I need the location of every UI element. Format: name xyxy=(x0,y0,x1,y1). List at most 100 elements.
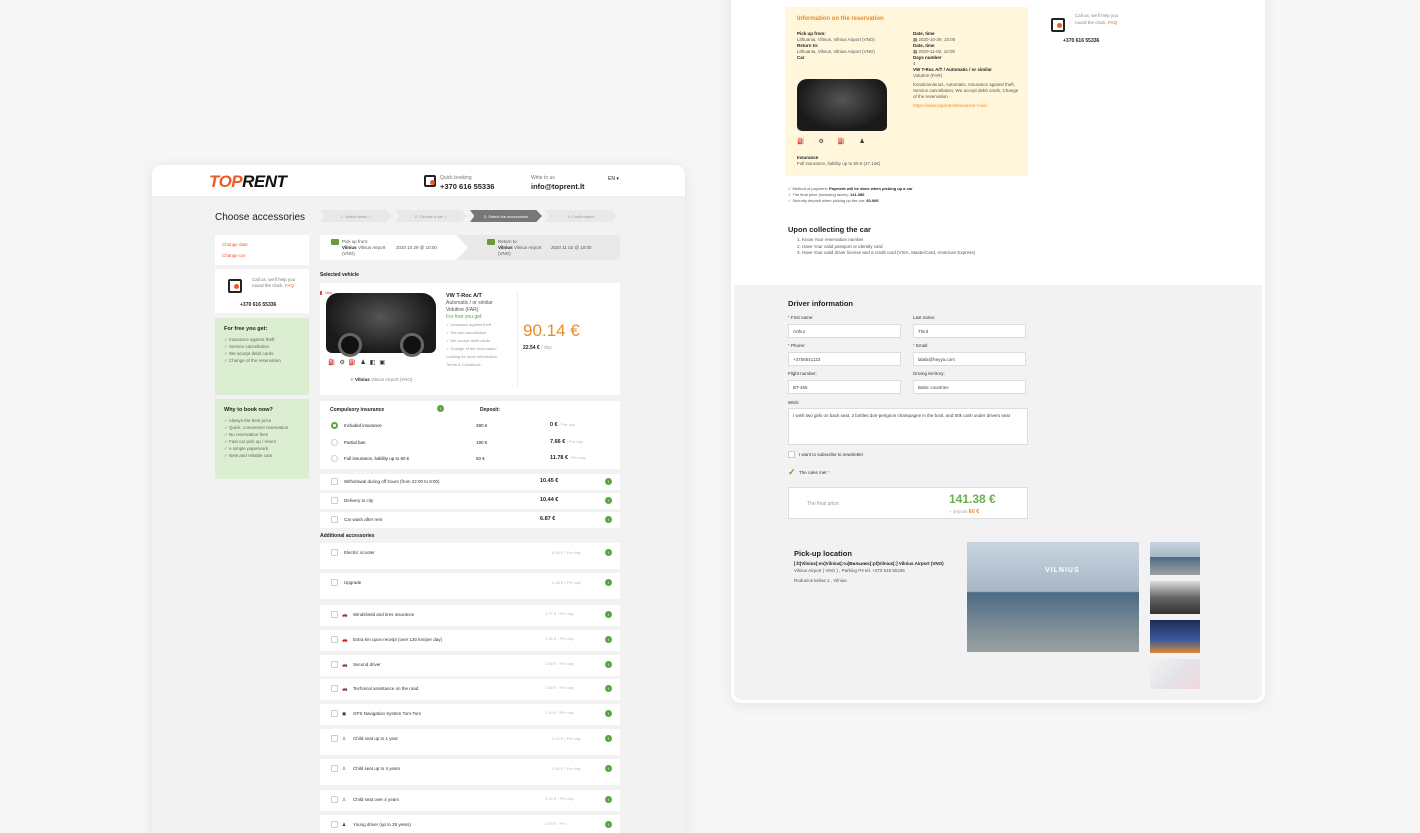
terms-link[interactable]: Terms & Conditions xyxy=(446,362,481,367)
email-input[interactable]: lalala@heyya.com xyxy=(913,352,1026,366)
free-benefits-box: For free you get: Insurance against thef… xyxy=(215,318,309,395)
selected-vehicle-title: Selected vehicle xyxy=(320,272,359,278)
airport-photo[interactable]: VILNIUS xyxy=(967,542,1139,652)
accessory-row[interactable]: ♟ Young driver (up to 25 years) 2.93 € / P… xyxy=(320,815,620,833)
phone-input[interactable]: +3756541123 xyxy=(788,352,901,366)
info-icon[interactable]: i xyxy=(605,765,612,772)
insurance-row-full[interactable]: Full insurance, liability up to 60 €60 €… xyxy=(320,453,620,469)
gallery-thumb-2[interactable] xyxy=(1150,581,1200,614)
collect-list: 1. Know Your reservation number 2. Have Y… xyxy=(797,237,976,255)
pickup-details: [:lt]Vilnius[:en]Vilnius[:ru]Вильнюс[:pl… xyxy=(794,561,944,583)
quick-booking[interactable]: Quick booking +370 616 55336 xyxy=(440,175,494,191)
info-icon[interactable]: i xyxy=(605,579,612,586)
insurance-row-included[interactable]: Included insurance 380 €0 € / Per day xyxy=(320,420,620,436)
toprent-logo[interactable]: TOPRENT xyxy=(209,172,287,192)
driving-territory-select[interactable]: Baltic countries xyxy=(913,380,1026,394)
vehicle-card: New ⛽⚙⛽♟◧▣ ✈ Vilnius Vilnius Airport (VN… xyxy=(320,283,620,395)
car-small-icon xyxy=(487,239,495,245)
accessory-row[interactable]: 🚗 Windshield and tires insurance 1.77 € / … xyxy=(320,605,620,626)
price-per-day: 22.54 € / day xyxy=(523,345,552,351)
calendar-icon: ▦ xyxy=(913,49,918,54)
last-name-input[interactable]: Third xyxy=(913,324,1026,338)
gallery-thumb-3[interactable] xyxy=(1150,620,1200,653)
info-icon[interactable]: i xyxy=(605,497,612,504)
accessory-row[interactable]: ♙ Child seat up to 4 years 2.44 € / Per da… xyxy=(320,759,620,785)
accessory-row[interactable]: Electric scooter 8.49 € / Per day i xyxy=(320,543,620,569)
car-image xyxy=(326,293,436,357)
total-price: 90.14 € xyxy=(523,321,580,340)
change-links: Change date Change car xyxy=(215,235,309,265)
info-icon[interactable]: i xyxy=(605,821,612,828)
write-to-us[interactable]: Write to us info@toprent.lt xyxy=(531,175,585,191)
info-icon[interactable]: i xyxy=(605,661,612,668)
step-2[interactable]: 2. Choose a car ✓ xyxy=(395,210,467,222)
call-phone[interactable]: +370 616 55336 xyxy=(240,302,276,308)
pickup-location-title: Pick-up location xyxy=(794,549,852,558)
language-select[interactable]: EN ▾ xyxy=(608,176,619,182)
young-driver-icon: ♟ xyxy=(342,822,347,827)
call-us-box: Call us, we'll help you round the clock.… xyxy=(215,269,309,313)
gallery-thumb-1[interactable] xyxy=(1150,542,1200,575)
change-date-link[interactable]: Change date xyxy=(222,239,302,250)
car-feature-icons: ⛽⚙⛽♟ xyxy=(797,139,879,145)
accessory-row[interactable]: 🚗 Extra km upon receipt (over 130 km/per … xyxy=(320,630,620,651)
car-link[interactable]: https://www.toprent.lt/en/car/vw-t-roc/ xyxy=(913,103,1019,109)
info-icon[interactable]: i xyxy=(605,611,612,618)
change-car-link[interactable]: Change car xyxy=(222,250,302,261)
info-icon[interactable]: i xyxy=(605,478,612,485)
phone-24-icon xyxy=(424,175,436,187)
newsletter-checkbox[interactable] xyxy=(788,451,795,458)
vehicle-text: VW T-Roc A/T Automatic / or similar Viduti… xyxy=(446,293,497,367)
windshield-icon: 🚗 xyxy=(342,612,348,617)
speedometer-icon: 🚗 xyxy=(342,637,348,642)
why-book-box: Why to book now? Always the best priceQu… xyxy=(215,395,309,479)
info-icon[interactable]: i xyxy=(605,549,612,556)
accessory-row[interactable]: 🚗 Second driver 1.96 € / Per day i xyxy=(320,655,620,676)
info-icon[interactable]: i xyxy=(605,735,612,742)
faq-link[interactable]: FAQ xyxy=(1108,20,1117,25)
accessory-row[interactable]: ♙ Child seat over 4 years 1.09 € / Per day… xyxy=(320,790,620,811)
phone-24-icon xyxy=(228,279,242,293)
assistance-icon: 🚗 xyxy=(342,686,348,691)
info-icon[interactable]: i xyxy=(605,710,612,717)
final-price-box: The final price: 141.38 € + deposit 60 € xyxy=(788,487,1028,519)
extra-row[interactable]: Car wash after rent 6.87 € i xyxy=(320,512,620,528)
rules-checkbox[interactable]: ✓ xyxy=(788,467,796,478)
extra-row[interactable]: Delivery to city 10.44 € i xyxy=(320,493,620,509)
collect-title: Upon collecting the car xyxy=(788,225,871,234)
accessory-row[interactable]: ♙ Child seat up to 1 year 2.24 € / Per day… xyxy=(320,729,620,755)
accessory-row[interactable]: 🚗 Technical assistance on the road 1.88 € … xyxy=(320,679,620,700)
info-icon[interactable]: i xyxy=(605,516,612,523)
car-feature-icons: ⛽⚙⛽♟◧▣ xyxy=(328,360,390,366)
insurance-row-partial[interactable]: Partial ban 190 €7.66 € / Per day xyxy=(320,437,620,453)
rules-label: The rules met * xyxy=(799,470,830,475)
info-icon[interactable]: i xyxy=(437,405,444,412)
first-name-input[interactable]: Arthur xyxy=(788,324,901,338)
extra-row[interactable]: Withdrawal during off hours (from 22:00 … xyxy=(320,474,620,490)
page-title: Choose accessories xyxy=(215,212,306,223)
car-small-icon xyxy=(331,239,339,245)
child-seat-icon: ♙ xyxy=(342,766,347,771)
more-info-link[interactable]: Looking for more information xyxy=(446,354,497,359)
vehicle-location: ✈ Vilnius Vilnius Airport (VNO) xyxy=(350,377,413,382)
call-phone[interactable]: +370 616 55336 xyxy=(1063,38,1099,45)
confirmation-page-card: Information on the reservation Pick up f… xyxy=(731,0,1265,703)
calendar-icon: ▦ xyxy=(913,37,918,42)
car-image xyxy=(797,79,887,131)
faq-link[interactable]: FAQ xyxy=(285,283,294,288)
info-icon[interactable]: i xyxy=(605,685,612,692)
phone-24-icon xyxy=(1051,18,1065,32)
flight-number-input[interactable]: BT-465 xyxy=(788,380,901,394)
info-icon[interactable]: i xyxy=(605,796,612,803)
child-seat-icon: ♙ xyxy=(342,736,347,741)
step-1[interactable]: 1. Select dates ✓ xyxy=(320,210,392,222)
payment-summary: ✓ Method of payment: Payment will be don… xyxy=(788,186,913,203)
newsletter-label: I want to subscribe to newsletter xyxy=(799,452,864,457)
accessory-row[interactable]: Upgrade 4.98 € / Per day i xyxy=(320,573,620,599)
info-icon[interactable]: i xyxy=(605,636,612,643)
step-4: 4. Confirmation xyxy=(545,210,617,222)
accessory-row[interactable]: ▣ GPS Navigation System Tom-Tom 1.44 € / P… xyxy=(320,704,620,725)
gallery-thumb-map[interactable] xyxy=(1150,659,1200,689)
wish-textarea[interactable]: I wish two girls on back seat, 3 bottles… xyxy=(788,408,1028,445)
reservation-info-box: Information on the reservation Pick up f… xyxy=(785,7,1028,176)
